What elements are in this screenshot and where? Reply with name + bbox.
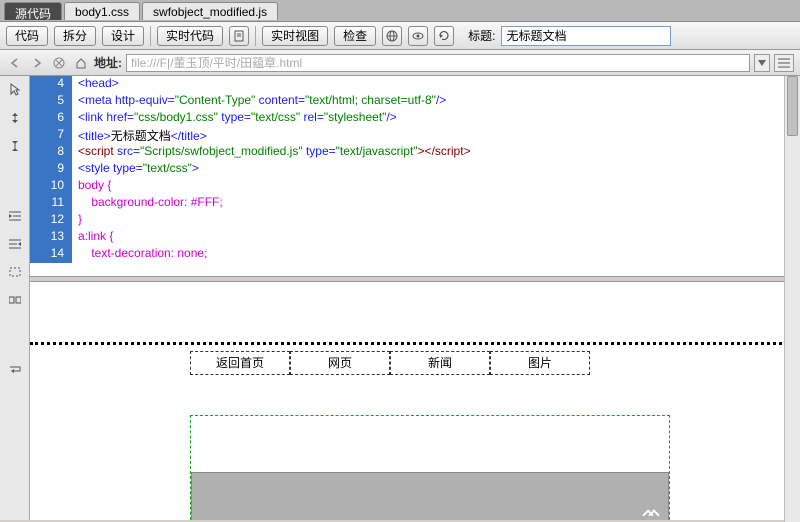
flash-placeholder (191, 472, 669, 520)
title-label: 标题: (468, 27, 495, 44)
line-number: 8 (30, 144, 72, 161)
nav-table: 返回首页 网页 新闻 图片 (190, 351, 800, 375)
address-input[interactable] (126, 54, 750, 72)
address-dropdown-icon[interactable] (754, 54, 770, 72)
line-number: 7 (30, 127, 72, 144)
wrap-icon[interactable] (7, 362, 23, 378)
scrollbar-thumb[interactable] (787, 76, 798, 136)
design-view[interactable]: 返回首页 网页 新闻 图片 (30, 282, 800, 520)
eye-icon[interactable] (408, 26, 428, 46)
resize-gripper-icon[interactable] (640, 509, 660, 520)
address-bar: 地址: (0, 50, 800, 76)
globe-icon[interactable] (382, 26, 402, 46)
expand-icon[interactable] (7, 138, 23, 154)
code-line[interactable]: } (72, 212, 82, 229)
code-line[interactable]: text-decoration: none; (72, 246, 207, 263)
content-container[interactable] (190, 415, 670, 520)
line-number: 11 (30, 195, 72, 212)
indent-icon[interactable] (7, 208, 23, 224)
cursor-icon[interactable] (7, 82, 23, 98)
stop-icon[interactable] (50, 54, 68, 72)
code-line[interactable]: body { (72, 178, 111, 195)
home-icon[interactable] (72, 54, 90, 72)
vertical-scrollbar[interactable] (784, 76, 800, 522)
select-icon[interactable] (7, 264, 23, 280)
line-number: 13 (30, 229, 72, 246)
code-line[interactable]: <link href="css/body1.css" type="text/cs… (72, 110, 397, 127)
separator (150, 26, 151, 46)
code-line[interactable]: background-color: #FFF; (72, 195, 223, 212)
code-line[interactable]: <style type="text/css"> (72, 161, 199, 178)
separator (255, 26, 256, 46)
tab-source[interactable]: 源代码 (4, 2, 62, 20)
collapse-icon[interactable] (7, 110, 23, 126)
nav-cell-image[interactable]: 图片 (490, 351, 590, 375)
code-line[interactable]: <title>无标题文档</title> (72, 127, 207, 144)
line-number: 9 (30, 161, 72, 178)
code-line[interactable]: <script src="Scripts/swfobject_modified.… (72, 144, 471, 161)
doc-icon[interactable] (229, 26, 249, 46)
title-input[interactable] (501, 26, 671, 46)
line-number: 12 (30, 212, 72, 229)
line-number: 5 (30, 93, 72, 110)
code-editor[interactable]: 4<head>5<meta http-equiv="Content-Type" … (30, 76, 800, 276)
forward-icon[interactable] (28, 54, 46, 72)
live-view-button[interactable]: 实时视图 (262, 26, 328, 46)
line-number: 4 (30, 76, 72, 93)
back-icon[interactable] (6, 54, 24, 72)
nav-cell-home[interactable]: 返回首页 (190, 351, 290, 375)
dashed-divider (30, 342, 800, 345)
line-number: 10 (30, 178, 72, 195)
design-button[interactable]: 设计 (102, 26, 144, 46)
code-line[interactable]: <head> (72, 76, 119, 93)
code-button[interactable]: 代码 (6, 26, 48, 46)
outdent-icon[interactable] (7, 236, 23, 252)
nav-cell-news[interactable]: 新闻 (390, 351, 490, 375)
split-button[interactable]: 拆分 (54, 26, 96, 46)
address-label: 地址: (94, 54, 122, 71)
list-icon[interactable] (774, 54, 794, 72)
balance-icon[interactable] (7, 292, 23, 308)
file-tabs: 源代码 body1.css swfobject_modified.js (0, 0, 800, 22)
line-number: 14 (30, 246, 72, 263)
line-number: 6 (30, 110, 72, 127)
tab-body1css[interactable]: body1.css (64, 2, 140, 20)
code-gutter (0, 76, 30, 520)
nav-cell-web[interactable]: 网页 (290, 351, 390, 375)
refresh-icon[interactable] (434, 26, 454, 46)
main-toolbar: 代码 拆分 设计 实时代码 实时视图 检查 标题: (0, 22, 800, 50)
code-line[interactable]: a:link { (72, 229, 113, 246)
tab-swfobject[interactable]: swfobject_modified.js (142, 2, 278, 20)
live-code-button[interactable]: 实时代码 (157, 26, 223, 46)
inspect-button[interactable]: 检查 (334, 26, 376, 46)
code-line[interactable]: <meta http-equiv="Content-Type" content=… (72, 93, 446, 110)
